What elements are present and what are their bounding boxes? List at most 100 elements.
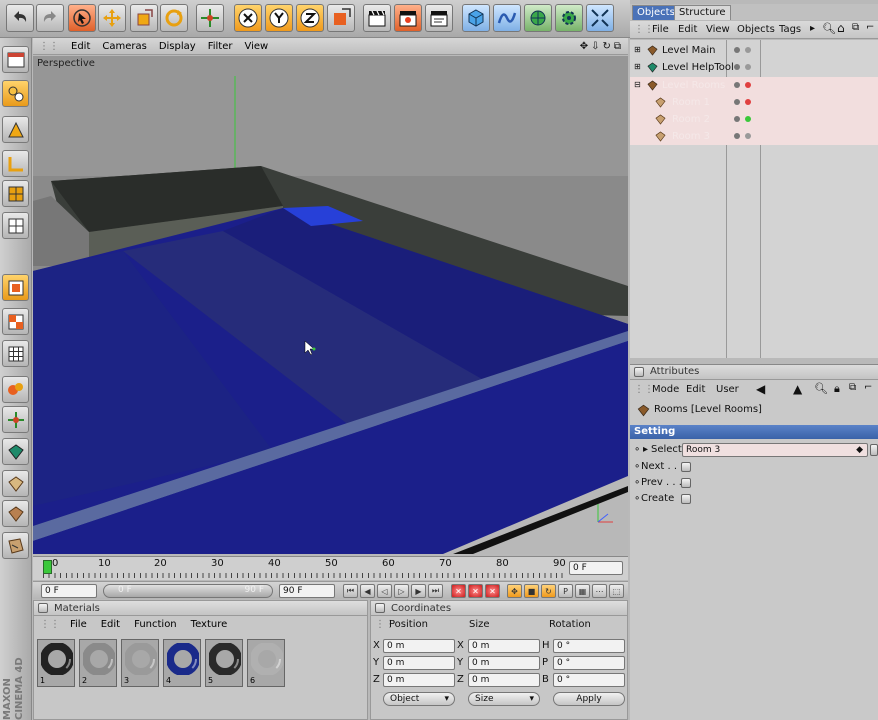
object-row-level-helptool[interactable]: ⊞ Level HelpTool [630, 59, 878, 76]
texture-tool-button[interactable] [2, 212, 29, 239]
minimize-icon[interactable]: ⌐ [866, 22, 874, 33]
rotate-button[interactable] [160, 4, 188, 32]
minimize-icon[interactable]: ⌐ [864, 382, 872, 393]
objects-menu-edit[interactable]: Edit [678, 24, 697, 35]
material-swatch[interactable]: 5 [205, 639, 243, 687]
select-link-button[interactable] [870, 444, 878, 456]
play-forward-button[interactable]: ▷ [394, 584, 409, 598]
materials-menu-texture[interactable]: Texture [191, 619, 228, 630]
collapse-minus-icon[interactable]: ⊟ [634, 80, 641, 89]
world-axis-button[interactable] [196, 4, 224, 32]
apply-button[interactable]: Apply [553, 692, 625, 706]
rotation-b-field[interactable]: 0 ° [553, 673, 625, 687]
position-x-field[interactable]: 0 m [383, 639, 455, 653]
materials-menu-file[interactable]: File [70, 619, 87, 630]
deformer-button[interactable] [555, 4, 583, 32]
start-frame-field[interactable]: 0 F [41, 584, 97, 598]
lock-icon[interactable]: 🔒︎ [834, 382, 840, 396]
null-object-button[interactable] [2, 500, 29, 527]
z-axis-lock-button[interactable] [296, 4, 324, 32]
autokey-button[interactable]: ✕ [468, 584, 483, 598]
object-row-room-1[interactable]: Room 1 [630, 94, 878, 111]
spline-button[interactable] [493, 4, 521, 32]
live-selection-button[interactable] [68, 4, 96, 32]
render-dot-icon[interactable] [745, 133, 751, 139]
undo-button[interactable] [6, 4, 34, 32]
perspective-viewport[interactable] [33, 56, 628, 554]
render-dot-icon[interactable] [745, 99, 751, 105]
record-button[interactable]: ✕ [451, 584, 466, 598]
previous-frame-button[interactable]: ◀ [360, 584, 375, 598]
use-edge-tool-button[interactable] [2, 150, 29, 177]
visibility-dot-icon[interactable] [734, 82, 740, 88]
timeline-playhead[interactable] [43, 560, 52, 574]
visibility-dot-icon[interactable] [734, 133, 740, 139]
coordinates-panel-toggle[interactable] [375, 603, 385, 613]
anim-options-button[interactable]: ⬚ [609, 584, 624, 598]
new-view-icon[interactable]: ⧉ [852, 22, 859, 33]
visibility-dot-icon[interactable] [734, 47, 740, 53]
viewport-menu-display[interactable]: Display [159, 41, 196, 52]
material-swatch[interactable]: 4 [163, 639, 201, 687]
material-swatch[interactable]: 1 [37, 639, 75, 687]
objects-menu-objects[interactable]: Objects [737, 24, 775, 35]
keyframe-selection-button[interactable]: ✕ [485, 584, 500, 598]
redo-button[interactable] [36, 4, 64, 32]
go-to-end-button[interactable]: ⏭ [428, 584, 443, 598]
home-icon[interactable]: ⌂ [837, 21, 845, 35]
nurbs-button[interactable] [524, 4, 552, 32]
attributes-panel-toggle[interactable] [634, 367, 644, 377]
tab-objects[interactable]: Objects [632, 5, 680, 20]
keyframe-interpolation-button[interactable]: ⋯ [592, 584, 607, 598]
viewport-menu-cameras[interactable]: Cameras [102, 41, 146, 52]
timeline[interactable]: 0 10 20 30 40 50 60 70 80 90 0 F [33, 556, 628, 580]
use-polygon-tool-button[interactable] [2, 180, 29, 207]
viewport-menu-edit[interactable]: Edit [71, 41, 90, 52]
next-frame-button[interactable]: ▶ [411, 584, 426, 598]
scale-key-button[interactable]: ■ [524, 584, 539, 598]
y-axis-lock-button[interactable] [265, 4, 293, 32]
texture-axis-tool-button[interactable] [2, 274, 29, 301]
render-settings-button[interactable] [425, 4, 453, 32]
size-z-field[interactable]: 0 m [468, 673, 540, 687]
render-dot-icon[interactable] [745, 82, 751, 88]
scale-button[interactable] [130, 4, 158, 32]
object-primitive-button[interactable] [2, 438, 29, 465]
position-z-field[interactable]: 0 m [383, 673, 455, 687]
workplane-button[interactable] [2, 308, 29, 335]
frame-range-slider[interactable]: 0 F 90 F [103, 584, 273, 598]
menu-more-icon[interactable]: ▸ [810, 23, 815, 34]
pla-key-button[interactable]: ▦ [575, 584, 590, 598]
object-row-room-2[interactable]: Room 2 [630, 111, 878, 128]
rotation-key-button[interactable]: ↻ [541, 584, 556, 598]
attributes-menu-edit[interactable]: Edit [686, 384, 705, 395]
materials-menu-function[interactable]: Function [134, 619, 177, 630]
attributes-menu-mode[interactable]: Mode [652, 384, 679, 395]
next-button[interactable] [681, 462, 691, 472]
search-icon[interactable]: 🔍︎ [814, 382, 828, 395]
scene-button[interactable] [586, 4, 614, 32]
visibility-dot-icon[interactable] [734, 64, 740, 70]
material-swatch[interactable]: 6 [247, 639, 285, 687]
use-point-tool-button[interactable] [2, 116, 29, 143]
object-row-level-main[interactable]: ⊞ Level Main [630, 42, 878, 59]
expand-plus-icon[interactable]: ⊞ [634, 45, 641, 54]
tab-structure[interactable]: Structure [674, 5, 731, 20]
x-axis-lock-button[interactable] [234, 4, 262, 32]
rotation-p-field[interactable]: 0 ° [553, 656, 625, 670]
position-key-button[interactable]: ✥ [507, 584, 522, 598]
back-arrow-icon[interactable]: ◀ [756, 382, 765, 396]
play-backward-button[interactable]: ◁ [377, 584, 392, 598]
sculpt-button[interactable] [2, 376, 29, 403]
new-view-icon[interactable]: ⧉ [849, 382, 856, 393]
render-dot-icon[interactable] [745, 47, 751, 53]
cube-primitive-button[interactable] [462, 4, 490, 32]
parameter-key-button[interactable]: P [558, 584, 573, 598]
up-arrow-icon[interactable]: ▲ [793, 382, 802, 396]
object-row-level-rooms[interactable]: ⊟ Level Rooms [630, 77, 878, 94]
materials-menu-edit[interactable]: Edit [101, 619, 120, 630]
parametric-object-button[interactable] [2, 532, 29, 559]
render-dot-icon[interactable] [745, 64, 751, 70]
setting-section-header[interactable]: Setting [630, 425, 878, 439]
end-frame-field[interactable]: 90 F [279, 584, 335, 598]
